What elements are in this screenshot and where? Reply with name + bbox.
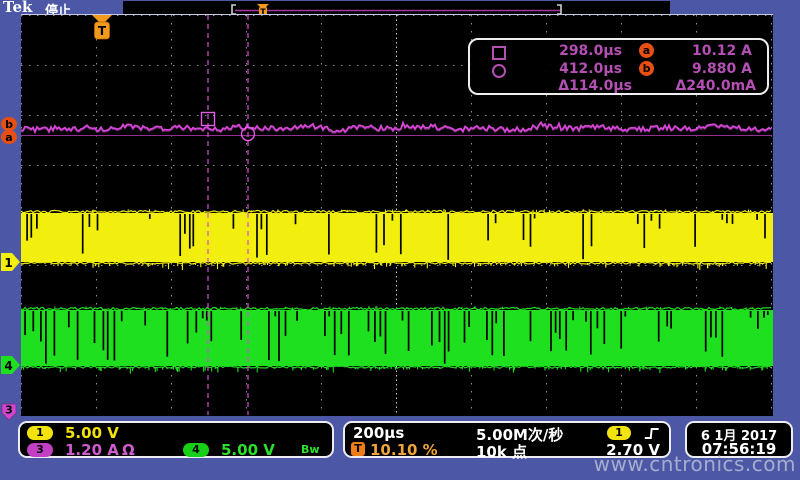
channel3-coupling-ohm: Ω <box>122 441 135 459</box>
overview-left-bracket[interactable] <box>232 5 236 14</box>
overview-right-bracket[interactable] <box>557 5 561 14</box>
cursor-a-value: 10.12 A <box>658 43 752 59</box>
cursor-delta-time: Δ114.0µs <box>510 78 632 94</box>
horizontal-scale: 200µs <box>353 424 404 442</box>
channel3-badge[interactable]: 3 <box>27 443 53 457</box>
cursor-b-circle-icon <box>492 64 506 78</box>
cursor-readout-panel: 298.0µs a 10.12 A 412.0µs b 9.880 A Δ114… <box>468 38 769 95</box>
trigger-position-badge: T <box>351 442 365 456</box>
channel4-reference-marker[interactable]: 4 <box>1 356 20 374</box>
trigger-position-percent: 10.10 % <box>370 441 438 459</box>
cursor-a-left-badge[interactable]: a <box>1 130 17 144</box>
svg-text:a: a <box>5 131 12 144</box>
header-bar: Tek 停止 T <box>0 0 800 14</box>
cursor-a-badge: a <box>639 43 654 58</box>
svg-text:4: 4 <box>4 359 12 373</box>
cursor-b-badge: b <box>639 61 654 76</box>
record-overview-bar[interactable]: T <box>123 1 670 14</box>
channel3-reference-marker[interactable]: 3 <box>2 404 16 421</box>
cursor-b-time: 412.0µs <box>510 61 622 77</box>
channel4-scale: 5.00 V <box>221 441 275 459</box>
cursor-b-value: 9.880 A <box>658 61 752 77</box>
channel4-bandwidth-limit-icon: Bw <box>301 443 320 456</box>
cursor-b-left-badge[interactable]: b <box>1 117 17 131</box>
channel3-scale: 1.20 A <box>65 441 119 459</box>
watermark: www.cntronics.com <box>594 452 796 476</box>
cursor-a-square-icon <box>492 46 506 60</box>
trigger-rising-edge-icon <box>644 426 661 441</box>
record-length: 10k 点 <box>476 441 527 462</box>
channel-scales-box[interactable]: 1 5.00 V 3 1.20 A Ω 4 5.00 V Bw <box>18 421 334 458</box>
svg-text:1: 1 <box>4 256 12 270</box>
trigger-source-badge[interactable]: 1 <box>607 426 631 440</box>
channel1-badge[interactable]: 1 <box>27 426 53 440</box>
oscilloscope-screen: Tek 停止 T T <box>0 0 800 480</box>
cursor-delta-value: Δ240.0mA <box>658 78 756 94</box>
channel4-badge[interactable]: 4 <box>183 443 209 457</box>
channel1-scale: 5.00 V <box>65 424 119 442</box>
svg-text:b: b <box>5 118 13 131</box>
channel1-reference-marker[interactable]: 1 <box>1 253 20 271</box>
svg-text:3: 3 <box>5 404 13 417</box>
cursor-a-time: 298.0µs <box>510 43 622 59</box>
